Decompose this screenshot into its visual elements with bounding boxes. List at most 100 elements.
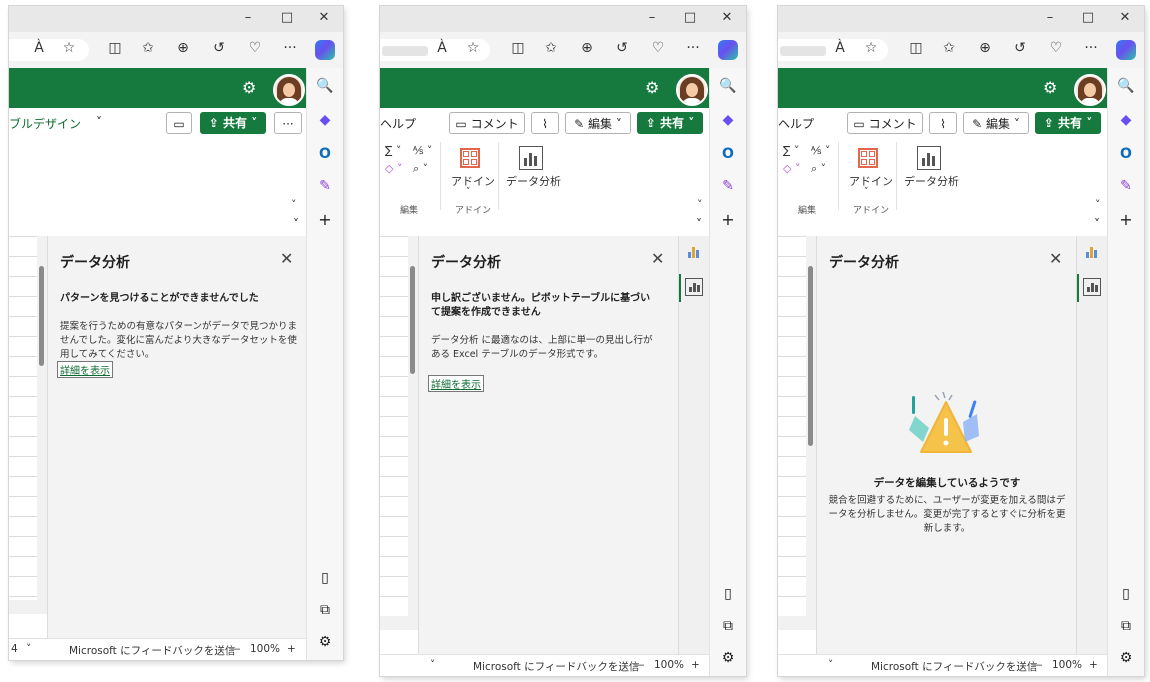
edit-mode-button[interactable]: ✎ 編集 ˅ [963,112,1029,134]
m365-icon[interactable]: ◆ [307,112,343,128]
close-pane-button[interactable]: ✕ [651,249,664,268]
settings-icon[interactable]: ⚙ [710,650,746,666]
worksheet-grid[interactable] [380,236,408,622]
maximize-button[interactable]: □ [277,10,297,25]
minimize-button[interactable]: – [238,10,258,25]
tab-table-design[interactable]: ブルデザイン [9,115,81,132]
comment-button[interactable]: ▭ コメント [847,112,923,134]
performance-icon[interactable]: ♡ [244,40,266,56]
close-window-button[interactable]: ✕ [1115,10,1135,25]
add-icon[interactable]: + [1108,210,1144,229]
settings-gear-icon[interactable]: ⚙ [242,78,256,97]
vertical-scrollbar[interactable] [408,236,418,622]
learn-more-link[interactable]: 詳細を表示 [428,375,484,392]
performance-icon[interactable]: ♡ [1045,40,1067,56]
feedback-link[interactable]: Microsoft にフィードバックを送信 [473,659,639,674]
search-icon[interactable]: 🔍 [710,78,746,94]
settings-gear-icon[interactable]: ⚙ [1043,78,1057,97]
settings-icon[interactable]: ⚙ [1108,650,1144,666]
horizontal-scrollbar[interactable] [9,600,47,614]
settings-gear-icon[interactable]: ⚙ [645,78,659,97]
feedback-link[interactable]: Microsoft にフィードバックを送信 [871,659,1037,674]
data-analysis-rail-icon[interactable] [1083,278,1101,296]
open-new-window-icon[interactable]: ⧉ [710,618,746,634]
settings-icon[interactable]: ⚙ [307,634,343,650]
search-icon[interactable]: 🔍 [307,78,343,94]
addin-icon[interactable] [858,148,878,168]
history-icon[interactable]: ↺ [1009,40,1031,56]
formula-expand-chevron[interactable]: ˅ [293,217,299,231]
data-analysis-rail-icon[interactable] [685,278,703,296]
feedback-link[interactable]: Microsoft にフィードバックを送信 [69,643,235,658]
ribbon-expand-chevron[interactable]: ˅ [1095,198,1101,211]
favorites-icon[interactable]: ✩ [540,40,562,56]
status-chevron[interactable]: ˅ [828,659,833,671]
layout-icon[interactable]: ▯ [710,586,746,602]
clear-button[interactable]: ◇ ˅ [783,162,800,175]
worksheet-grid[interactable] [778,236,806,622]
m365-icon[interactable]: ◆ [1108,112,1144,128]
avatar[interactable] [273,74,305,106]
formula-expand-chevron[interactable]: ˅ [1094,217,1100,231]
close-pane-button[interactable]: ✕ [280,249,293,268]
favorite-star-icon[interactable]: ☆ [58,40,80,56]
zoom-out-button[interactable]: — [634,659,645,671]
close-window-button[interactable]: ✕ [717,10,737,25]
autosum-button[interactable]: ∑ ˅ [385,144,401,157]
zoom-out-button[interactable]: — [230,643,241,655]
history-icon[interactable]: ↺ [208,40,230,56]
comment-button[interactable]: ▭ [166,112,192,134]
designer-icon[interactable]: ✎ [1108,178,1144,194]
zoom-in-button[interactable]: + [1089,659,1098,671]
formula-bar[interactable]: ˅ [9,214,307,237]
close-window-button[interactable]: ✕ [314,10,334,25]
sort-filter-button[interactable]: ⅍ ˅ [413,144,432,157]
autosum-button[interactable]: ∑ ˅ [783,144,799,157]
more-icon[interactable]: ··· [1080,40,1102,56]
add-icon[interactable]: + [710,210,746,229]
layout-icon[interactable]: ▯ [307,570,343,586]
outlook-icon[interactable]: O [710,146,746,162]
search-icon[interactable]: 🔍 [1108,78,1144,94]
vertical-scrollbar[interactable] [806,236,816,622]
formula-expand-chevron[interactable]: ˅ [696,217,702,231]
avatar[interactable] [1074,74,1106,106]
chart-icon[interactable] [1085,246,1099,258]
find-button[interactable]: ⌕ ˅ [811,162,826,176]
addin-chevron[interactable]: ˅ [864,187,869,197]
vertical-scrollbar[interactable] [37,236,47,606]
collections-icon[interactable]: ⊕ [172,40,194,56]
status-chevron[interactable]: ˅ [430,659,435,671]
m365-icon[interactable]: ◆ [710,112,746,128]
performance-icon[interactable]: ♡ [647,40,669,56]
chart-icon[interactable] [687,246,701,258]
zoom-in-button[interactable]: + [691,659,700,671]
tab-help[interactable]: ヘルプ [380,115,416,132]
split-screen-icon[interactable]: ◫ [507,40,529,56]
data-analysis-icon[interactable] [519,146,543,170]
addin-icon[interactable] [460,148,480,168]
favorite-star-icon[interactable]: ☆ [860,40,882,56]
data-analysis-icon[interactable] [917,146,941,170]
split-screen-icon[interactable]: ◫ [104,40,126,56]
avatar[interactable] [676,74,708,106]
data-analysis-button[interactable]: データ分析 [506,173,561,189]
addin-button[interactable]: アドイン [451,173,495,189]
designer-icon[interactable]: ✎ [307,178,343,194]
edit-mode-button[interactable]: ✎ 編集 ˅ [565,112,631,134]
add-icon[interactable]: + [307,210,343,229]
status-chevron[interactable]: ˅ [26,643,31,655]
activity-button[interactable]: ⌇ [531,112,559,134]
more-options-button[interactable]: ··· [274,112,302,134]
favorites-icon[interactable]: ✩ [137,40,159,56]
find-button[interactable]: ⌕ ˅ [413,162,428,176]
data-analysis-button[interactable]: データ分析 [904,173,959,189]
zoom-out-button[interactable]: — [1032,659,1043,671]
learn-more-link[interactable]: 詳細を表示 [57,361,113,378]
addin-chevron[interactable]: ˅ [466,187,471,197]
sort-filter-button[interactable]: ⅍ ˅ [811,144,830,157]
more-icon[interactable]: ··· [682,40,704,56]
collections-icon[interactable]: ⊕ [576,40,598,56]
history-icon[interactable]: ↺ [611,40,633,56]
minimize-button[interactable]: – [642,10,662,25]
